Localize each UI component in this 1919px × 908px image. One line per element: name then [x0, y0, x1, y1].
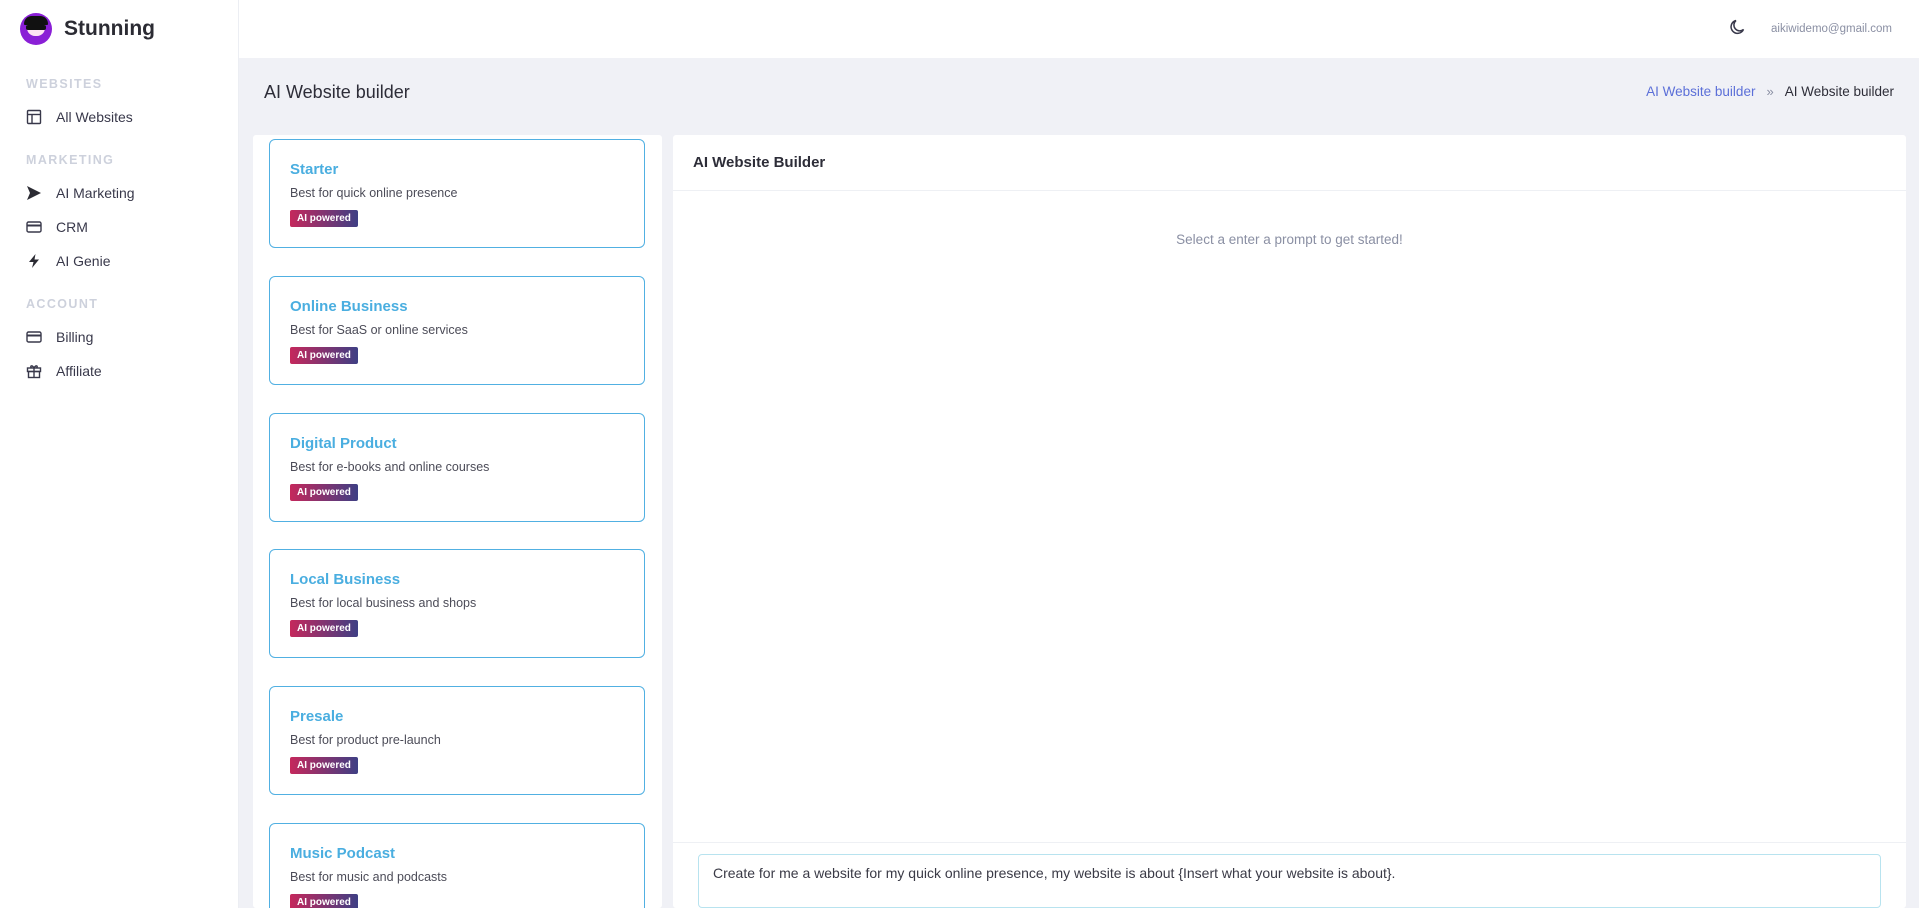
ai-powered-badge: AI powered: [290, 484, 358, 501]
template-title: Presale: [290, 708, 344, 725]
sidebar-item-label: Affiliate: [56, 363, 102, 379]
card-icon: [26, 331, 42, 343]
breadcrumb-link[interactable]: AI Website builder: [1646, 84, 1755, 99]
layout-icon: [26, 109, 42, 125]
page-title: AI Website builder: [264, 82, 410, 102]
brand-logo-icon: [20, 13, 52, 45]
template-card-online-business[interactable]: Online Business Best for SaaS or online …: [269, 276, 645, 385]
bolt-icon: [29, 254, 39, 268]
sidebar-item-billing[interactable]: Billing: [0, 320, 238, 354]
brand-name: Stunning: [64, 17, 155, 40]
template-title: Starter: [290, 161, 339, 178]
nav-section-marketing: MARKETING: [26, 153, 115, 167]
sidebar-item-label: Billing: [56, 329, 94, 345]
send-icon: [27, 186, 41, 200]
sidebar-item-ai-marketing[interactable]: AI Marketing: [0, 176, 238, 210]
builder-title: AI Website Builder: [673, 135, 1906, 191]
template-card-local-business[interactable]: Local Business Best for local business a…: [269, 549, 645, 658]
template-description: Best for quick online presence: [290, 186, 458, 200]
ai-powered-badge: AI powered: [290, 210, 358, 227]
template-title: Online Business: [290, 298, 408, 315]
breadcrumb: AI Website builder » AI Website builder: [1646, 84, 1894, 99]
sidebar-item-label: AI Genie: [56, 253, 111, 269]
builder-panel: AI Website Builder Select a enter a prom…: [673, 135, 1906, 908]
brand[interactable]: Stunning: [0, 0, 238, 58]
sidebar-item-affiliate[interactable]: Affiliate: [0, 354, 238, 388]
template-card-digital-product[interactable]: Digital Product Best for e-books and onl…: [269, 413, 645, 522]
template-card-presale[interactable]: Presale Best for product pre-launch AI p…: [269, 686, 645, 795]
user-email[interactable]: aikiwidemo@gmail.com: [1771, 23, 1892, 35]
sidebar-item-label: CRM: [56, 219, 88, 235]
template-description: Best for local business and shops: [290, 596, 477, 610]
sidebar-item-ai-genie[interactable]: AI Genie: [0, 244, 238, 278]
sidebar: Stunning WEBSITES All Websites MARKETING…: [0, 0, 239, 908]
sidebar-item-crm[interactable]: CRM: [0, 210, 238, 244]
builder-hint: Select a enter a prompt to get started!: [1176, 232, 1403, 247]
moon-icon[interactable]: [1729, 18, 1747, 41]
topbar: aikiwidemo@gmail.com: [239, 0, 1919, 58]
nav-section-account: ACCOUNT: [26, 297, 99, 311]
template-title: Local Business: [290, 571, 401, 588]
template-description: Best for e-books and online courses: [290, 460, 490, 474]
sidebar-item-label: All Websites: [56, 109, 133, 125]
template-list[interactable]: Starter Best for quick online presence A…: [253, 135, 662, 908]
template-card-starter[interactable]: Starter Best for quick online presence A…: [269, 139, 645, 248]
ai-powered-badge: AI powered: [290, 347, 358, 364]
template-card-music-podcast[interactable]: Music Podcast Best for music and podcast…: [269, 823, 645, 908]
gift-icon: [26, 365, 42, 379]
sidebar-item-label: AI Marketing: [56, 185, 135, 201]
nav-section-websites: WEBSITES: [26, 77, 103, 91]
template-description: Best for SaaS or online services: [290, 323, 468, 337]
template-description: Best for product pre-launch: [290, 733, 441, 747]
template-title: Music Podcast: [290, 845, 396, 862]
card-icon: [26, 221, 42, 233]
template-description: Best for music and podcasts: [290, 870, 448, 884]
breadcrumb-separator: »: [1766, 84, 1774, 99]
ai-powered-badge: AI powered: [290, 757, 358, 774]
ai-powered-badge: AI powered: [290, 894, 358, 908]
ai-powered-badge: AI powered: [290, 620, 358, 637]
breadcrumb-current: AI Website builder: [1784, 84, 1894, 99]
template-title: Digital Product: [290, 435, 397, 452]
prompt-input[interactable]: Create for me a website for my quick onl…: [698, 854, 1881, 908]
sidebar-item-all-websites[interactable]: All Websites: [0, 100, 238, 134]
